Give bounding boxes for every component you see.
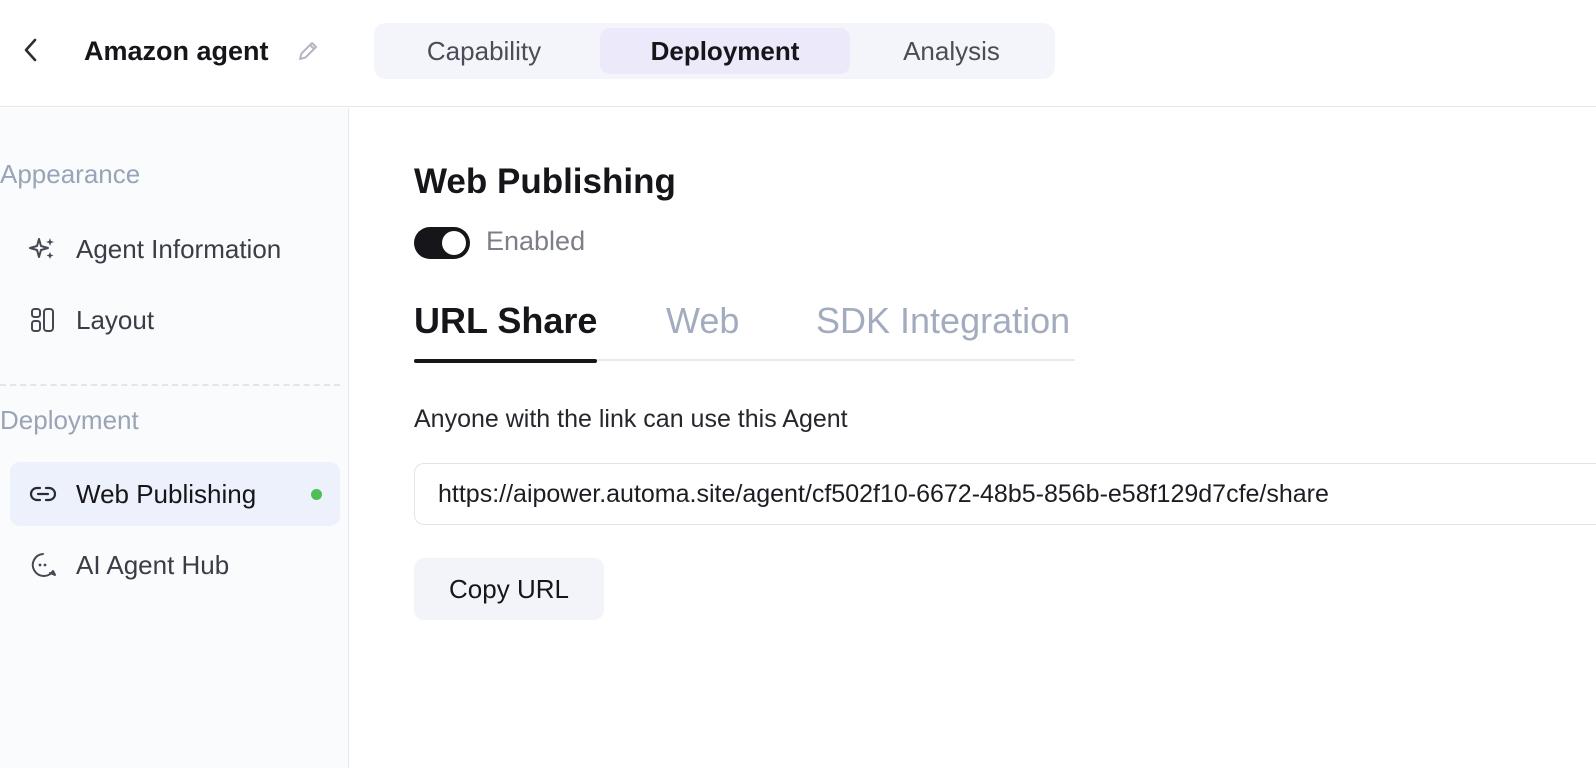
sidebar-item-label: Agent Information bbox=[76, 233, 282, 264]
sidebar-divider bbox=[0, 384, 340, 386]
toggle-label: Enabled bbox=[486, 226, 586, 256]
share-tab-bar: URL Share Web SDK Integration bbox=[414, 296, 1075, 363]
status-dot bbox=[311, 489, 322, 500]
tab-sdk-integration[interactable]: SDK Integration bbox=[816, 296, 1070, 361]
link-icon bbox=[28, 479, 58, 509]
layout-icon bbox=[28, 305, 58, 335]
tab-capability[interactable]: Capability bbox=[380, 28, 588, 74]
sidebar-item-ai-agent-hub[interactable]: AI Agent Hub bbox=[10, 533, 340, 597]
toggle-knob bbox=[442, 231, 466, 255]
sidebar-item-agent-information[interactable]: Agent Information bbox=[10, 217, 340, 281]
sidebar-item-web-publishing[interactable]: Web Publishing bbox=[10, 462, 340, 526]
sidebar-item-label: AI Agent Hub bbox=[76, 549, 230, 580]
chat-bubble-icon bbox=[28, 550, 58, 580]
enabled-toggle[interactable] bbox=[414, 227, 470, 259]
share-description: Anyone with the link can use this Agent bbox=[414, 405, 848, 433]
main-content: Web Publishing Enabled URL Share Web SDK… bbox=[350, 108, 1596, 768]
main-tab-bar: Capability Deployment Analysis bbox=[374, 23, 1055, 79]
edit-name-button[interactable] bbox=[294, 37, 322, 65]
chevron-left-icon bbox=[24, 38, 37, 62]
copy-url-button[interactable]: Copy URL bbox=[414, 558, 604, 620]
agent-name: Amazon agent bbox=[84, 36, 269, 66]
sidebar: Appearance Agent Information Layout Depl… bbox=[0, 108, 349, 768]
back-button[interactable] bbox=[14, 33, 48, 67]
page-title: Web Publishing bbox=[414, 162, 676, 201]
top-bar: Amazon agent Capability Deployment Analy… bbox=[0, 0, 1596, 107]
sidebar-heading-deployment: Deployment bbox=[0, 405, 139, 435]
tab-deployment[interactable]: Deployment bbox=[600, 28, 850, 74]
sidebar-item-layout[interactable]: Layout bbox=[10, 288, 340, 352]
pencil-icon bbox=[299, 42, 317, 60]
tab-url-share[interactable]: URL Share bbox=[414, 296, 598, 363]
sparkles-icon bbox=[28, 234, 58, 264]
sidebar-item-label: Layout bbox=[76, 304, 155, 335]
sidebar-heading-appearance: Appearance bbox=[0, 159, 141, 189]
tab-web[interactable]: Web bbox=[666, 296, 739, 361]
tab-analysis[interactable]: Analysis bbox=[854, 28, 1049, 74]
sidebar-item-label: Web Publishing bbox=[76, 478, 257, 509]
share-url-field[interactable]: https://aipower.automa.site/agent/cf502f… bbox=[414, 463, 1596, 525]
